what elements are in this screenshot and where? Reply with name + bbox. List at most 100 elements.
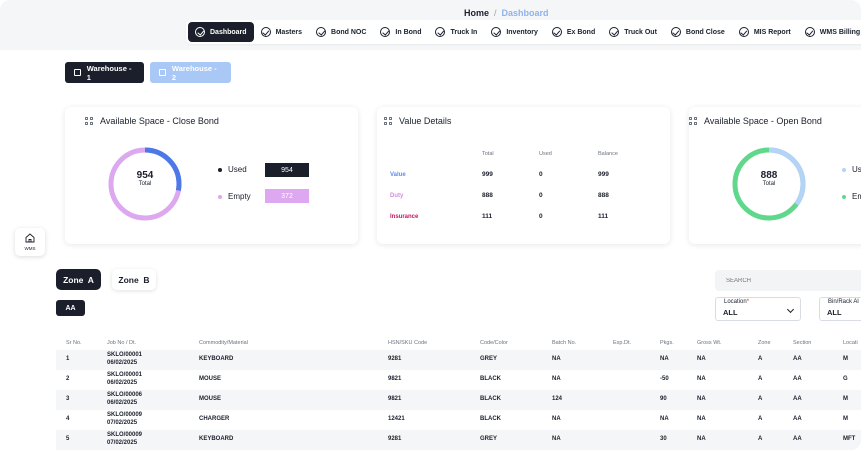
cell-location: M	[843, 356, 848, 362]
table-row[interactable]: 5 SKLO/00009 07/02/2025 KEYBOARD 9281 GR…	[56, 430, 861, 450]
used-value-badge: 954	[265, 163, 309, 177]
warehouse-2-button[interactable]: Warehouse - 2	[150, 62, 231, 83]
home-icon	[25, 233, 35, 243]
check-circle-icon	[435, 27, 446, 37]
th-sr-no: Sr No.	[66, 340, 82, 346]
zone-label: Zone B	[118, 274, 150, 285]
table-row[interactable]: 1 SKLO/00001 06/02/2025 KEYBOARD 9281 GR…	[56, 350, 861, 370]
check-circle-icon	[738, 27, 749, 37]
nav-wms-billing[interactable]: WMS Billing	[798, 22, 861, 42]
nav-dashboard[interactable]: Dashboard	[188, 22, 254, 42]
table-row[interactable]: 2 SKLO/00001 06/02/2025 MOUSE 9821 BLACK…	[56, 370, 861, 390]
cell-pkgs: NA	[660, 416, 669, 422]
wms-home-button[interactable]: WMS	[15, 228, 45, 256]
nav-mis-report[interactable]: MIS Report	[732, 22, 798, 42]
grid-icon	[85, 117, 93, 125]
warehouse-label: Warehouse - 2	[171, 63, 217, 82]
section-aa-chip[interactable]: AA	[56, 300, 85, 316]
nav-label: MIS Report	[753, 28, 791, 36]
cell-section: AA	[793, 396, 802, 402]
legend-label: Use	[852, 165, 861, 174]
cell-hsn: 9281	[388, 356, 402, 362]
card-title-text: Value Details	[399, 116, 452, 126]
nav-bond-close[interactable]: Bond Close	[664, 22, 732, 42]
card-title: Available Space - Open Bond	[689, 116, 822, 126]
cell-section: AA	[793, 376, 802, 382]
th-location: Locati	[843, 340, 858, 346]
row-label-duty: Duty	[390, 193, 404, 199]
cell-gross: NA	[697, 436, 706, 442]
check-circle-icon	[195, 27, 205, 37]
legend-dot	[218, 194, 222, 199]
bin-rack-select[interactable]: Bin/Rack Al ALL	[819, 297, 861, 321]
cell-job-no: SKLO/00009	[107, 412, 143, 418]
grid-icon	[689, 117, 697, 125]
nav-in-bond[interactable]: In Bond	[373, 22, 428, 42]
legend-dot	[218, 167, 222, 172]
cell-zone: A	[758, 376, 763, 382]
nav-truck-out[interactable]: Truck Out	[602, 22, 664, 42]
nav-bond-noc[interactable]: Bond NOC	[309, 22, 373, 42]
cell-job-no: SKLO/00001	[107, 372, 143, 378]
bag-icon	[74, 69, 81, 76]
cell-job-date: 06/02/2025	[107, 400, 138, 406]
nav-label: Dashboard	[210, 28, 247, 36]
zone-b-tab[interactable]: Zone B	[112, 269, 156, 290]
cell-hsn: 9821	[388, 396, 402, 402]
search-input[interactable]	[715, 270, 861, 291]
nav-label: In Bond	[395, 28, 422, 36]
nav-inventory[interactable]: Inventory	[484, 22, 545, 42]
grid-icon	[384, 117, 392, 125]
app-frame: Home / Dashboard Dashboard Masters Bond NO…	[0, 0, 861, 450]
zone-a-tab[interactable]: Zone A	[56, 269, 101, 290]
donut-total-label: Total	[762, 181, 776, 187]
th-batch: Batch No.	[552, 340, 577, 346]
value-balance: 999	[598, 171, 609, 178]
check-circle-icon	[316, 27, 327, 37]
cell-hsn: 9281	[388, 436, 402, 442]
chevron-down-icon	[786, 305, 795, 314]
legend-dot	[842, 167, 846, 172]
nav-truck-in[interactable]: Truck In	[428, 22, 484, 42]
breadcrumb-home[interactable]: Home	[464, 8, 489, 18]
cell-batch: NA	[552, 416, 561, 422]
th-hsn: HSN/SKU Code	[388, 340, 428, 346]
legend-used: Use	[842, 165, 861, 174]
required-mark: *	[746, 299, 750, 305]
cell-job-no: SKLO/00001	[107, 352, 143, 358]
cell-hsn: 9821	[388, 376, 402, 382]
table-row[interactable]: 4 SKLO/00009 07/02/2025 CHARGER 12421 BL…	[56, 410, 861, 430]
nav-label: WMS Billing	[819, 28, 861, 36]
cell-commodity: MOUSE	[199, 396, 222, 402]
cell-zone: A	[758, 356, 763, 362]
bin-rack-value: ALL	[827, 308, 842, 317]
open-bond-card: Available Space - Open Bond 888 Total Us…	[689, 107, 861, 244]
card-title: Available Space - Close Bond	[85, 116, 219, 126]
cell-sr: 4	[66, 416, 70, 422]
cell-sr: 1	[66, 356, 70, 362]
card-title-text: Available Space - Open Bond	[704, 116, 822, 126]
cell-sr: 5	[66, 436, 70, 442]
row-label-value: Value	[390, 172, 406, 178]
check-circle-icon	[670, 27, 681, 37]
location-select[interactable]: Location* ALL	[715, 297, 801, 321]
nav-ex-bond[interactable]: Ex Bond	[545, 22, 602, 42]
breadcrumb-current: Dashboard	[501, 8, 549, 18]
donut-total-value: 888	[760, 170, 778, 181]
table-row[interactable]: 3 SKLO/00006 06/02/2025 MOUSE 9821 BLACK…	[56, 390, 861, 410]
cell-color: GREY	[480, 356, 498, 362]
check-circle-icon	[380, 27, 391, 37]
value-total: 999	[482, 171, 493, 178]
nav-masters[interactable]: Masters	[254, 22, 309, 42]
cell-pkgs: -50	[660, 376, 669, 382]
cell-color: BLACK	[480, 416, 501, 422]
warehouse-1-button[interactable]: Warehouse - 1	[65, 62, 144, 83]
close-bond-card: Available Space - Close Bond 954 Total U…	[65, 107, 358, 244]
bag-icon	[159, 69, 166, 76]
cell-zone: A	[758, 416, 763, 422]
legend-dot	[842, 194, 846, 199]
breadcrumb-separator: /	[494, 8, 497, 18]
cell-gross: NA	[697, 416, 706, 422]
check-circle-icon	[609, 27, 620, 37]
cell-gross: NA	[697, 356, 706, 362]
